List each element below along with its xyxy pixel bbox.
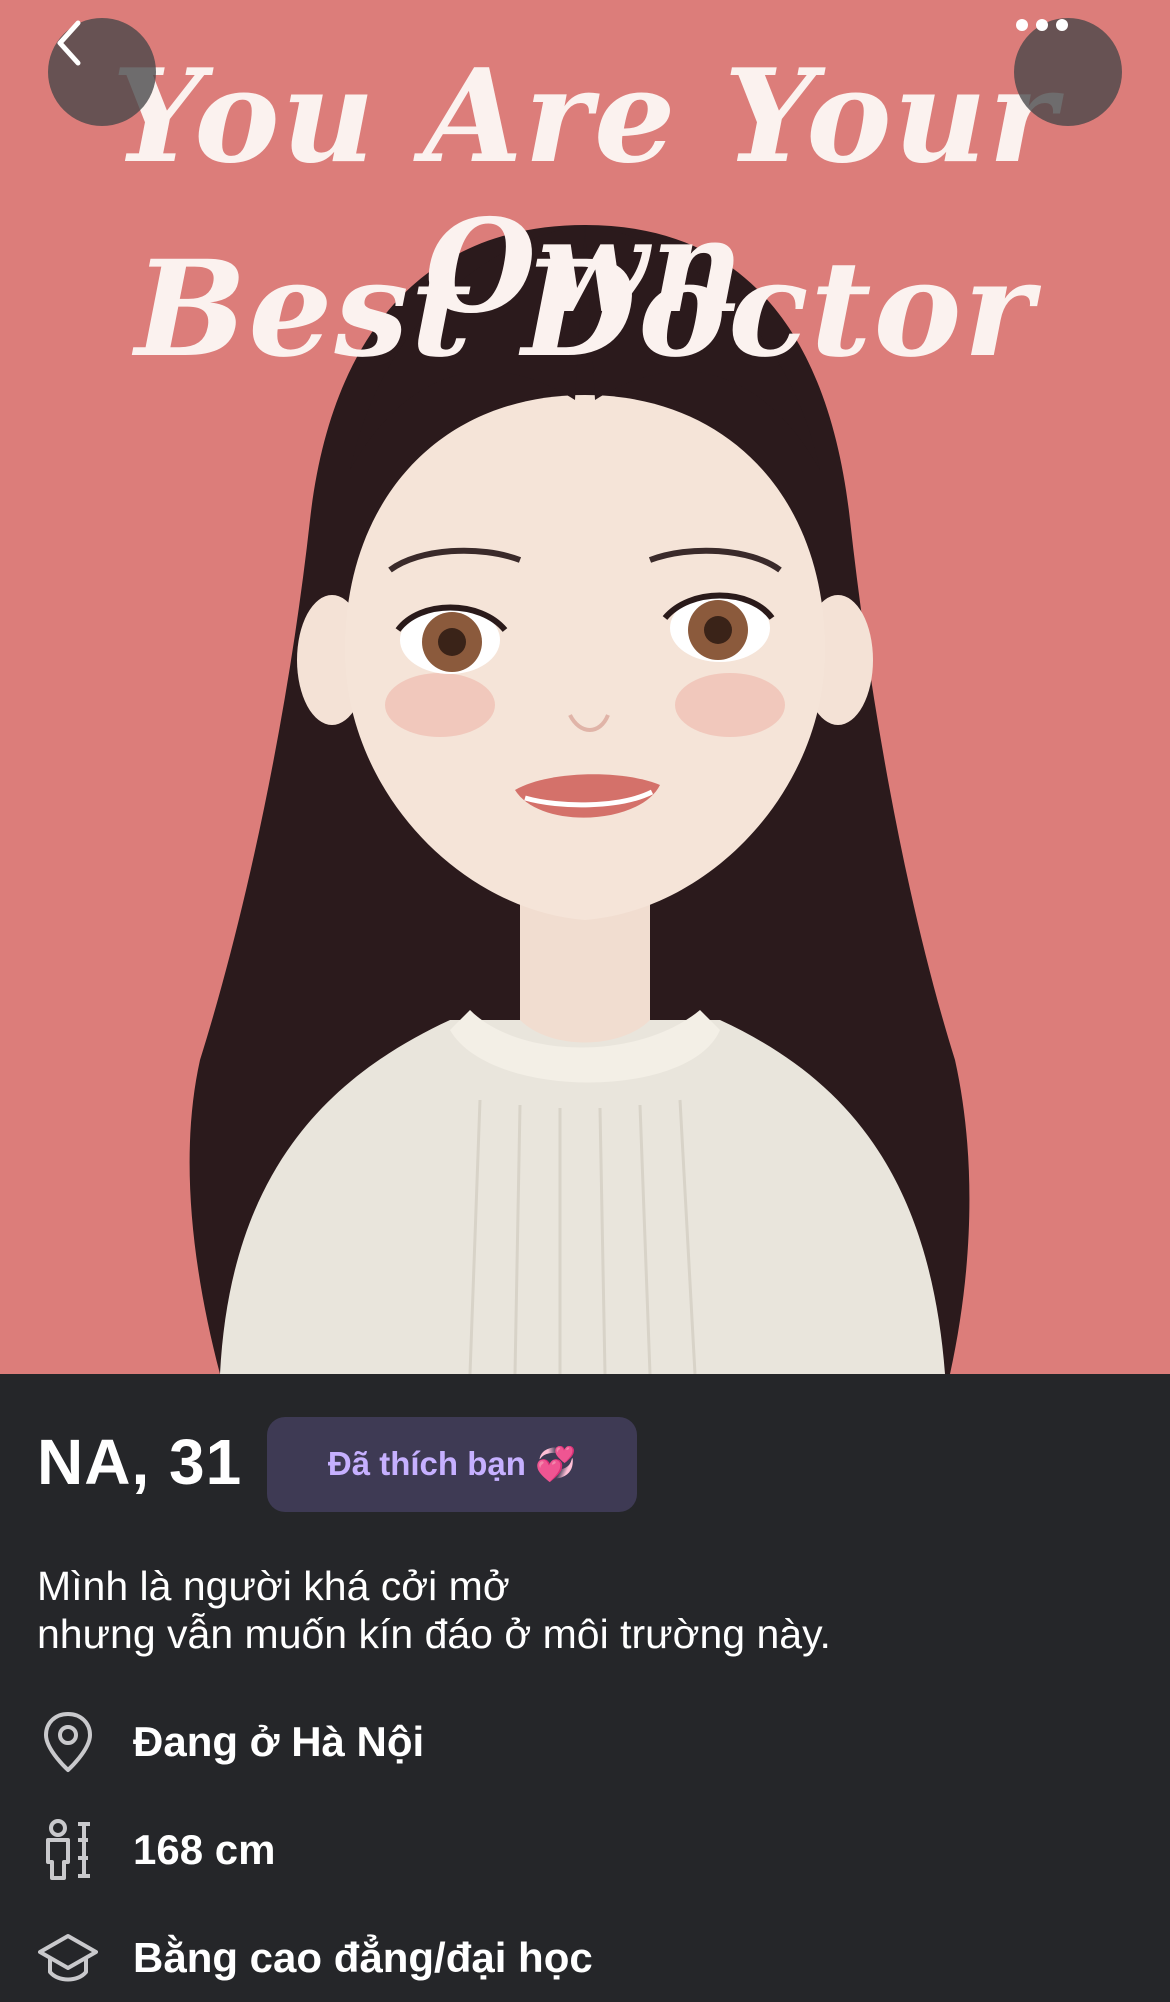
height-icon [46,1819,90,1880]
detail-education: Bằng cao đẳng/đại học [0,1918,1170,1998]
detail-height-text: 168 cm [133,1826,276,1873]
location-pin-icon [44,1712,92,1772]
profile-photo: You Are Your Own Best Doctor [0,0,1170,1374]
ellipsis-icon [1016,19,1068,31]
chevron-left-icon [57,20,81,66]
detail-height: 168 cm [0,1810,1170,1890]
detail-location-text: Đang ở Hà Nội [133,1718,425,1765]
more-options-button[interactable] [1014,18,1122,126]
liked-you-badge: Đã thích bạn 💞 [267,1417,637,1512]
bio-line-2: nhưng vẫn muốn kín đáo ở môi trường này. [37,1611,831,1657]
profile-name-age: NA, 31 [37,1426,243,1498]
liked-you-badge-label: Đã thích bạn 💞 [327,1445,577,1482]
detail-location: Đang ở Hà Nội [0,1702,1170,1782]
graduation-cap-icon [38,1934,98,1982]
profile-bio: Mình là người khá cởi mở nhưng vẫn muốn … [37,1562,831,1658]
bio-line-1: Mình là người khá cởi mở [37,1563,510,1609]
back-button[interactable] [48,18,156,126]
detail-education-text: Bằng cao đẳng/đại học [133,1934,593,1981]
photo-title-line2: Best Doctor [134,232,1036,387]
